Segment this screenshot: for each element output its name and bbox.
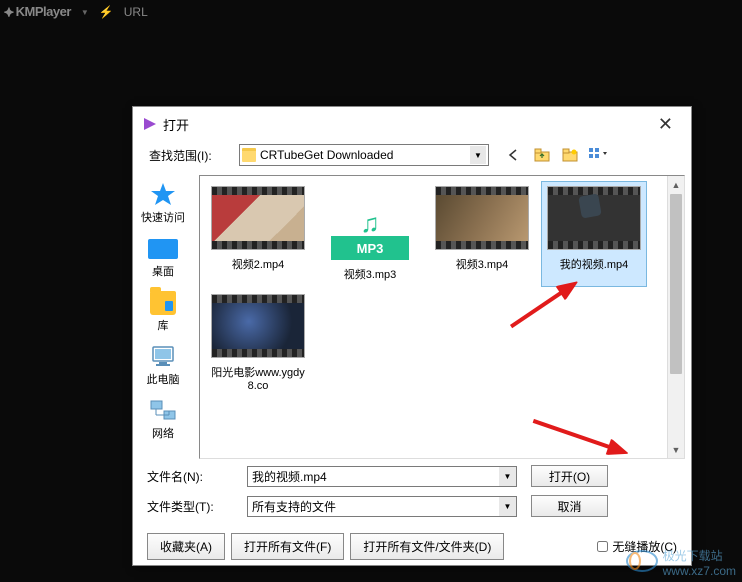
file-name-label: 我的视频.mp4 — [560, 256, 628, 272]
file-name-label: 视频2.mp4 — [232, 256, 285, 272]
open-all-files-folder-button[interactable]: 打开所有文件/文件夹(D) — [350, 533, 504, 560]
pc-icon — [147, 345, 179, 369]
file-name-label: 视频3.mp3 — [344, 266, 397, 282]
desktop-icon — [147, 237, 179, 261]
folder-lookup-row: 查找范围(I): CRTubeGet Downloaded ▼ — [133, 141, 691, 169]
file-item[interactable]: 视频2.mp4 — [206, 182, 310, 286]
place-label: 桌面 — [152, 263, 174, 279]
scrollbar-vertical[interactable]: ▲ ▼ — [667, 176, 684, 458]
file-item[interactable]: 我的视频.mp4 — [542, 182, 646, 286]
library-icon — [147, 291, 179, 315]
place-network[interactable]: 网络 — [143, 397, 183, 443]
filename-value: 我的视频.mp4 — [248, 468, 499, 485]
place-quick-access[interactable]: 快速访问 — [137, 181, 189, 227]
place-label: 库 — [158, 317, 169, 333]
file-item[interactable]: ♫MP3 视频3.mp3 — [318, 182, 422, 286]
chevron-down-icon[interactable]: ▼ — [499, 497, 516, 516]
chevron-down-icon[interactable]: ▼ — [81, 8, 89, 17]
filetype-select[interactable]: 所有支持的文件 ▼ — [247, 496, 517, 517]
scroll-thumb[interactable] — [670, 194, 682, 374]
place-label: 快速访问 — [141, 209, 185, 225]
star-icon — [147, 183, 179, 207]
places-sidebar: 快速访问 桌面 库 此电脑 网络 — [133, 175, 193, 459]
file-item[interactable]: 阳光电影www.ygdy8.co — [206, 290, 310, 396]
folder-combo-text: CRTubeGet Downloaded — [260, 148, 466, 162]
folder-icon — [242, 148, 256, 162]
view-mode-icon[interactable] — [589, 146, 607, 164]
open-all-files-button[interactable]: 打开所有文件(F) — [231, 533, 344, 560]
dialog-title: 打开 — [163, 115, 189, 134]
checkbox-input[interactable] — [597, 541, 608, 552]
folder-up-icon[interactable] — [533, 146, 551, 164]
place-label: 此电脑 — [147, 371, 180, 387]
play-icon — [143, 117, 157, 131]
open-file-dialog: 打开 ✕ 查找范围(I): CRTubeGet Downloaded ▼ 快速访… — [132, 106, 692, 566]
video-thumbnail — [211, 186, 305, 250]
player-logo: KMPlayer — [4, 4, 71, 20]
dialog-titlebar: 打开 ✕ — [133, 107, 691, 141]
file-item[interactable]: 视频3.mp4 — [430, 182, 534, 286]
cancel-button[interactable]: 取消 — [531, 495, 608, 517]
place-this-pc[interactable]: 此电脑 — [143, 343, 184, 389]
filetype-value: 所有支持的文件 — [248, 498, 499, 515]
music-note-icon: ♫ — [360, 208, 380, 239]
open-button[interactable]: 打开(O) — [531, 465, 608, 487]
place-desktop[interactable]: 桌面 — [143, 235, 183, 281]
video-thumbnail — [547, 186, 641, 250]
watermark-text: 极光下载站 www.xz7.com — [663, 547, 736, 578]
folder-combo[interactable]: CRTubeGet Downloaded ▼ — [239, 144, 489, 166]
video-thumbnail — [211, 294, 305, 358]
mp3-thumbnail: ♫MP3 — [331, 186, 409, 260]
dialog-footer: 收藏夹(A) 打开所有文件(F) 打开所有文件/文件夹(D) 无缝播放(C) — [133, 527, 691, 565]
place-label: 网络 — [152, 425, 174, 441]
separator-icon: ⚡ — [99, 5, 114, 19]
close-button[interactable]: ✕ — [650, 110, 681, 139]
chevron-down-icon[interactable]: ▼ — [470, 146, 486, 164]
scroll-up-icon[interactable]: ▲ — [668, 176, 684, 193]
back-icon[interactable] — [505, 146, 523, 164]
watermark: 极光下载站 www.xz7.com — [625, 547, 736, 578]
file-name-label: 阳光电影www.ygdy8.co — [210, 364, 306, 392]
lookup-label: 查找范围(I): — [149, 147, 235, 164]
player-top-bar: KMPlayer ▼ ⚡ URL — [0, 0, 742, 24]
filename-label: 文件名(N): — [147, 468, 233, 485]
mp3-band: MP3 — [331, 236, 409, 260]
video-thumbnail — [435, 186, 529, 250]
scroll-down-icon[interactable]: ▼ — [668, 441, 684, 458]
file-list: 视频2.mp4 ♫MP3 视频3.mp3 视频3.mp4 我的视频.mp4 阳光电影www… — [199, 175, 685, 459]
favorites-button[interactable]: 收藏夹(A) — [147, 533, 225, 560]
dialog-bottom: 文件名(N): 我的视频.mp4 ▼ 打开(O) 文件类型(T): 所有支持的文… — [133, 459, 691, 527]
filetype-label: 文件类型(T): — [147, 498, 233, 515]
new-folder-icon[interactable] — [561, 146, 579, 164]
place-library[interactable]: 库 — [143, 289, 183, 335]
dialog-middle: 快速访问 桌面 库 此电脑 网络 视频2.mp4♫MP3视频3.mp3视频3. — [133, 169, 691, 459]
lookup-toolbar — [505, 146, 607, 164]
file-name-label: 视频3.mp4 — [456, 256, 509, 272]
network-icon — [147, 399, 179, 423]
filename-input[interactable]: 我的视频.mp4 ▼ — [247, 466, 517, 487]
chevron-down-icon[interactable]: ▼ — [499, 467, 516, 486]
url-label[interactable]: URL — [124, 5, 148, 19]
